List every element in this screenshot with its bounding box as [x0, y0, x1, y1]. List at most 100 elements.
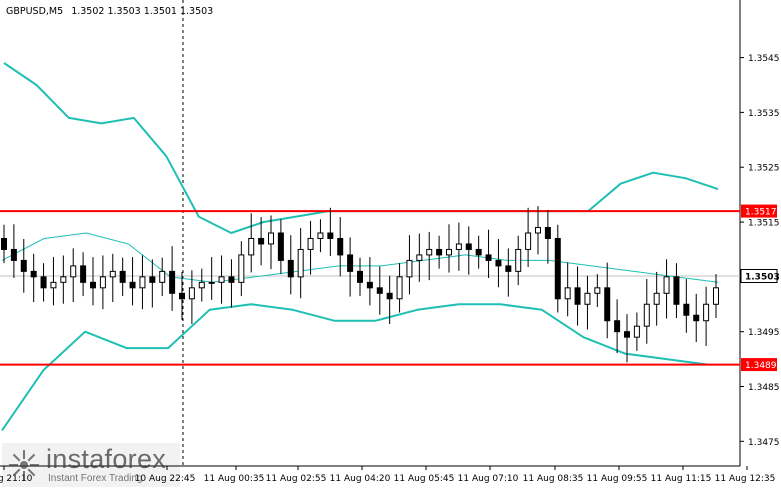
price-tick-label: 1.3545 [748, 54, 780, 64]
time-tick-label: 11 Aug 04:20 [330, 474, 391, 484]
candle-body [50, 281, 57, 289]
time-tick-label: 11 Aug 00:35 [204, 474, 265, 484]
candle-body [149, 276, 156, 283]
candle-body [505, 265, 512, 272]
candle-body [337, 237, 344, 256]
candle-body [485, 254, 492, 261]
candle-body [307, 237, 314, 250]
candle-body [208, 281, 215, 284]
candle-body [416, 254, 423, 261]
candle-body [386, 292, 393, 300]
candle-body [436, 248, 443, 256]
candle-body [584, 292, 591, 305]
candle-body [297, 248, 304, 278]
candle-body [703, 303, 710, 322]
logo-tagline: Instant Forex Trading [48, 473, 143, 484]
candle-body [119, 270, 126, 283]
candle-body [683, 303, 690, 316]
chart-background [0, 0, 781, 489]
price-tick-label: 1.3495 [748, 328, 780, 338]
price-tick-label: 1.3525 [748, 164, 780, 174]
time-tick-label: 11 Aug 11:15 [651, 474, 712, 484]
logo-burst-icon [9, 450, 39, 480]
candle-body [90, 281, 96, 289]
candle-body [238, 254, 245, 283]
candle-body [40, 276, 47, 289]
candle-body [574, 287, 581, 305]
current-price-label: 1.3503 [745, 273, 780, 283]
candle-body [475, 248, 482, 256]
chart-header: GBPUSD,M5 1.3502 1.3503 1.3501 1.3503 [6, 6, 213, 17]
time-tick-label: 11 Aug 05:45 [394, 474, 455, 484]
candle-body [396, 276, 403, 300]
candle-body [673, 276, 680, 305]
candle-body [1, 237, 7, 250]
candle-body [426, 248, 433, 256]
candle-body [20, 259, 27, 272]
candle-body [594, 287, 601, 294]
candle-body [554, 237, 561, 300]
candle-body [535, 227, 541, 234]
price-tick-label: 1.3515 [748, 219, 780, 229]
level-price-label: 1.3489 [745, 361, 777, 371]
candle-body [258, 237, 265, 245]
candle-body [604, 287, 611, 322]
candle-body [515, 248, 522, 272]
candle-body [366, 281, 373, 289]
candle-body [495, 259, 502, 267]
candle-body [129, 281, 136, 289]
candle-body [70, 265, 77, 278]
candle-body [287, 259, 294, 278]
level-price-label: 1.3517 [745, 208, 777, 218]
candle-body [455, 243, 462, 250]
candle-body [30, 270, 37, 278]
candle-body [614, 320, 621, 333]
candle-body [406, 259, 413, 278]
candle-body [317, 232, 324, 239]
candle-body [713, 287, 719, 305]
instaforex-logo: instaforex Instant Forex Trading [2, 443, 180, 487]
candle-body [248, 237, 255, 256]
price-tick-label: 1.3485 [748, 383, 780, 393]
time-tick-label: 11 Aug 08:35 [523, 474, 584, 484]
candle-body [218, 276, 225, 283]
candle-body [99, 276, 106, 289]
chart-canvas: 1.35451.35351.35251.35151.35051.34951.34… [0, 0, 781, 489]
candle-body [525, 232, 532, 250]
candle-body [624, 331, 630, 338]
candle-body [465, 243, 472, 250]
time-tick-label: 11 Aug 02:55 [266, 474, 327, 484]
candle-body [347, 254, 354, 272]
candle-body [544, 227, 551, 239]
candle-body [10, 248, 17, 261]
time-tick-label: 11 Aug 07:10 [458, 474, 519, 484]
price-tick-label: 1.3535 [748, 109, 780, 119]
price-chart[interactable]: 1.35451.35351.35251.35151.35051.34951.34… [0, 0, 781, 489]
candle-body [357, 270, 363, 283]
symbol-label: GBPUSD,M5 [6, 6, 63, 17]
candle-body [693, 314, 700, 322]
candle-body [643, 303, 650, 327]
logo-wordmark: instaforex [46, 444, 167, 474]
candle-body [564, 287, 571, 300]
candle-body [179, 292, 185, 300]
price-tick-label: 1.3475 [748, 438, 780, 448]
candle-body [169, 270, 176, 294]
candle-body [60, 276, 67, 283]
candle-body [80, 265, 87, 283]
candle-body [376, 287, 383, 294]
candle-body [327, 232, 334, 239]
candle-body [198, 281, 205, 289]
candle-body [633, 325, 640, 338]
time-tick-label: 11 Aug 12:35 [715, 474, 776, 484]
candle-body [188, 287, 195, 300]
ohlc-label: 1.3502 1.3503 1.3501 1.3503 [71, 6, 213, 17]
candle-body [277, 232, 284, 261]
candle-body [159, 270, 166, 283]
candle-body [653, 292, 660, 305]
candle-body [109, 270, 116, 278]
candle-body [139, 276, 146, 289]
candle-body [228, 276, 235, 283]
time-tick-label: 11 Aug 09:55 [587, 474, 648, 484]
candle-body [268, 232, 274, 245]
